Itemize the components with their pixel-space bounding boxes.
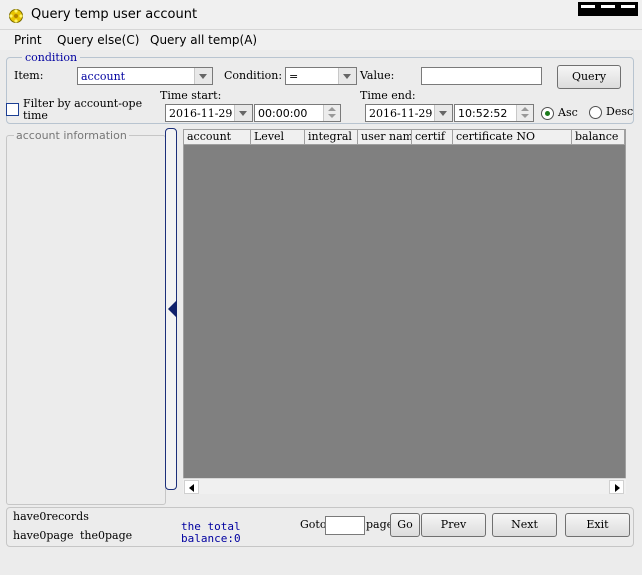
time-start-time: 00:00:00: [258, 107, 308, 120]
chevron-down-icon[interactable]: [194, 68, 212, 84]
desc-label: Desc: [606, 105, 634, 118]
column-header-balance[interactable]: balance: [572, 130, 625, 145]
condition-legend: condition: [22, 51, 81, 64]
goto-page-input[interactable]: [325, 516, 365, 535]
window-title: Query temp user account: [31, 7, 198, 22]
chevron-down-icon[interactable]: [338, 68, 356, 84]
exit-button[interactable]: Exit: [565, 513, 630, 537]
column-header-integral[interactable]: integral: [305, 130, 358, 145]
menu-print[interactable]: Print: [14, 33, 42, 47]
menu-bar: Print Query else(C) Query all temp(A): [0, 30, 642, 50]
column-header-certificate[interactable]: certif: [412, 130, 453, 145]
minimize-button[interactable]: [578, 2, 598, 16]
account-information-panel: [6, 135, 166, 505]
asc-radio[interactable]: [541, 107, 554, 120]
filter-checkbox[interactable]: [6, 103, 19, 116]
time-end-time-input[interactable]: 10:52:52: [454, 104, 534, 122]
prev-button[interactable]: Prev: [421, 513, 486, 537]
column-header-certificate-no[interactable]: certificate NO: [453, 130, 572, 145]
column-header-account[interactable]: account: [184, 130, 251, 145]
spinner-icon[interactable]: [516, 105, 533, 121]
scrollbar-thumb[interactable]: [200, 480, 608, 494]
records-count: have0records: [13, 510, 89, 523]
spinner-icon[interactable]: [323, 105, 340, 121]
menu-query-all-temp[interactable]: Query all temp(A): [150, 33, 257, 47]
pages-count: have0page: [13, 529, 74, 542]
time-end-time: 10:52:52: [458, 107, 508, 120]
title-bar: Query temp user account: [0, 0, 642, 30]
time-start-time-input[interactable]: 00:00:00: [254, 104, 341, 122]
chevron-down-icon[interactable]: [234, 105, 252, 121]
go-button[interactable]: Go: [390, 513, 420, 537]
menu-query-else[interactable]: Query else(C): [57, 33, 139, 47]
desc-radio[interactable]: [589, 106, 602, 119]
account-grid[interactable]: account Level integral user nam certif c…: [183, 129, 626, 494]
filter-label-line2: time: [23, 109, 48, 122]
current-page: the0page: [80, 529, 133, 542]
maximize-button[interactable]: [598, 2, 618, 16]
value-label: Value:: [360, 69, 395, 82]
query-button[interactable]: Query: [557, 65, 621, 89]
scroll-left-icon[interactable]: [184, 480, 199, 494]
grid-horizontal-scrollbar[interactable]: [183, 478, 626, 494]
time-end-date: 2016-11-29: [369, 107, 433, 120]
chevron-down-icon[interactable]: [434, 105, 452, 121]
time-end-label: Time end:: [360, 89, 416, 102]
time-start-label: Time start:: [160, 89, 222, 102]
time-start-date: 2016-11-29: [169, 107, 233, 120]
gear-flower-icon: [9, 9, 23, 23]
scroll-right-icon[interactable]: [609, 480, 624, 494]
item-label: Item:: [14, 69, 44, 82]
item-select[interactable]: account: [77, 67, 213, 85]
collapse-left-arrow-icon[interactable]: [168, 300, 177, 318]
account-information-legend: account information: [14, 129, 129, 142]
item-select-value: account: [81, 70, 126, 83]
asc-label: Asc: [558, 106, 578, 119]
column-header-level[interactable]: Level: [251, 130, 305, 145]
goto-label: Goto: [300, 518, 327, 531]
total-balance-line2: balance:0: [181, 532, 241, 545]
condition-select-value: =: [289, 70, 299, 83]
time-end-date-picker[interactable]: 2016-11-29: [365, 104, 453, 122]
next-button[interactable]: Next: [492, 513, 557, 537]
column-header-user-name[interactable]: user nam: [358, 130, 412, 145]
condition-label: Condition:: [224, 69, 283, 82]
time-start-date-picker[interactable]: 2016-11-29: [165, 104, 253, 122]
value-input[interactable]: [421, 67, 542, 85]
condition-select[interactable]: =: [285, 67, 357, 85]
close-button[interactable]: [618, 2, 638, 16]
